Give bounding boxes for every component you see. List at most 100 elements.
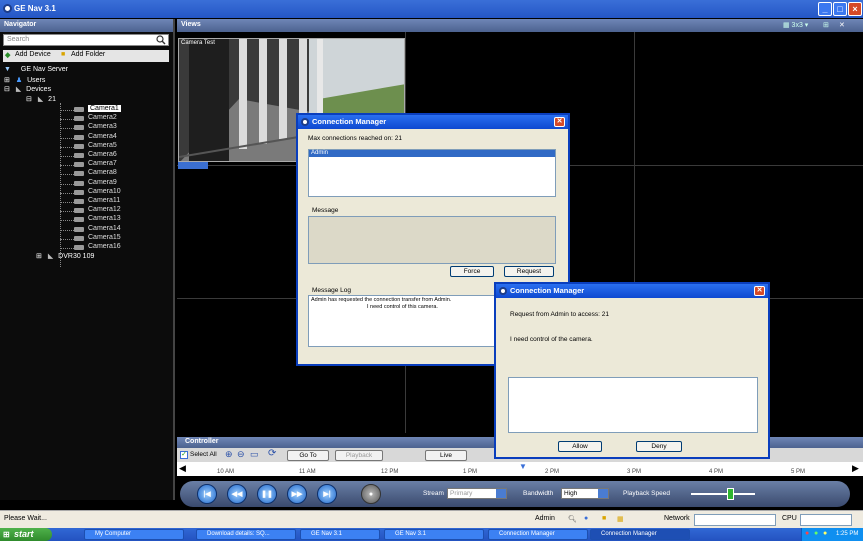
skip-back-button[interactable]: |◀ xyxy=(197,484,217,504)
snapshot-icon[interactable]: ▭ xyxy=(250,449,259,460)
allow-button[interactable]: Allow xyxy=(558,441,602,452)
camera-label: Camera11 xyxy=(88,197,121,204)
search-icon[interactable] xyxy=(156,35,166,45)
list-item[interactable]: Admin xyxy=(309,150,555,157)
taskbar-task[interactable]: My Computer xyxy=(84,529,184,540)
playback-button[interactable]: Playback xyxy=(335,450,383,461)
camera-icon xyxy=(74,180,84,186)
live-button[interactable]: Live xyxy=(425,450,467,461)
camera-icon xyxy=(74,116,84,122)
camera-label: Camera1 xyxy=(88,105,121,112)
users-icon: ♟ xyxy=(15,77,23,84)
devices-icon: ◣ xyxy=(15,86,22,93)
status-text: Please Wait... xyxy=(4,515,47,522)
chevron-down-icon xyxy=(496,489,506,498)
goto-button[interactable]: Go To xyxy=(287,450,329,461)
search-input[interactable]: Search xyxy=(3,34,169,46)
timeline-tick: 11 AM xyxy=(299,469,316,475)
timeline-marker-icon[interactable]: ▼ xyxy=(519,462,527,471)
log-line: Admin has requested the connection trans… xyxy=(311,297,452,303)
camera-icon xyxy=(74,107,84,112)
close-button[interactable]: × xyxy=(848,2,862,16)
collapse-icon[interactable]: ⊟ xyxy=(26,96,32,103)
views-close-icon[interactable]: ✕ xyxy=(839,21,845,29)
bandwidth-select[interactable]: High xyxy=(561,488,609,499)
camera-label: Camera8 xyxy=(88,169,117,177)
timeline-tick: 12 PM xyxy=(381,469,399,475)
camera-feed-label: Camera Test xyxy=(181,40,215,46)
message-field[interactable] xyxy=(308,216,556,264)
grid-icon[interactable]: ▦ xyxy=(617,515,624,523)
refresh-icon[interactable]: ⟳ xyxy=(268,448,276,459)
timeline-tick: 1 PM xyxy=(463,469,478,475)
close-icon[interactable]: ✕ xyxy=(754,286,765,296)
camera-icon xyxy=(74,125,84,131)
tray-icon[interactable]: ● xyxy=(823,530,827,537)
reply-field[interactable] xyxy=(508,377,758,433)
tree-device-21[interactable]: ⊟ ◣ 21 xyxy=(26,95,56,103)
help-icon[interactable]: ● xyxy=(584,515,588,522)
dvr-icon: ◣ xyxy=(37,96,44,103)
window-title: GE Nav 3.1 xyxy=(14,4,56,13)
tray-icon[interactable]: ● xyxy=(814,530,818,537)
max-connections-text: Max connections reached on: 21 xyxy=(308,135,402,142)
tree-server[interactable]: ▼ GE Nav Server xyxy=(4,66,68,73)
timeline-left-icon[interactable]: ◀ xyxy=(179,463,186,474)
camera-label: Camera15 xyxy=(88,233,121,241)
expand-icon[interactable]: ⊞ xyxy=(36,253,42,260)
zoom-in-icon[interactable]: ⊕ xyxy=(225,449,233,460)
playback-speed-thumb[interactable] xyxy=(727,488,734,500)
rewind-button[interactable]: ◀◀ xyxy=(227,484,247,504)
tree-device-dvr[interactable]: ⊞ ◣ DVR30 109 xyxy=(36,252,94,260)
timeline-right-icon[interactable]: ▶ xyxy=(852,463,859,474)
collapse-icon[interactable]: ⊟ xyxy=(4,86,10,93)
layout-icon[interactable]: ⊞ xyxy=(823,21,829,29)
folder-icon[interactable]: ■ xyxy=(602,515,606,522)
select-all-checkbox[interactable]: ✓ xyxy=(180,451,188,459)
minimize-button[interactable]: _ xyxy=(818,2,832,16)
stream-select[interactable]: Primary xyxy=(447,488,507,499)
camera-icon xyxy=(74,235,84,241)
tree-connector xyxy=(60,192,74,194)
taskbar-task[interactable]: Connection Manager xyxy=(488,529,588,540)
request-button[interactable]: Request xyxy=(504,266,554,277)
layout-dropdown[interactable]: ▦ 3x3 ▾ xyxy=(783,21,808,29)
taskbar-task[interactable]: GE Nav 3.1 xyxy=(384,529,484,540)
taskbar-task[interactable]: Download details: SQ... xyxy=(196,529,296,540)
start-button[interactable]: ⊞ start xyxy=(0,528,52,541)
add-device-button[interactable]: Add Device xyxy=(15,51,51,58)
taskbar-task[interactable]: Connection Manager xyxy=(590,529,690,540)
add-folder-button[interactable]: Add Folder xyxy=(71,51,105,58)
expand-icon[interactable]: ⊞ xyxy=(4,77,10,84)
tree-connector xyxy=(60,165,74,167)
camera-icon xyxy=(74,189,84,195)
playback-speed-track[interactable] xyxy=(691,493,755,495)
fast-forward-button[interactable]: ▶▶ xyxy=(287,484,307,504)
tree-devices[interactable]: ⊟ ◣ Devices xyxy=(4,85,51,93)
maximize-button[interactable]: □ xyxy=(833,2,847,16)
tray-icon[interactable]: ● xyxy=(805,530,809,537)
search-icon[interactable]: 🔍︎ xyxy=(568,515,577,523)
close-icon[interactable]: ✕ xyxy=(554,117,565,127)
network-label: Network xyxy=(664,515,690,522)
connection-request-dialog: Connection Manager ✕ Request from Admin … xyxy=(494,282,770,459)
timeline-tick: 4 PM xyxy=(709,469,724,475)
cpu-label: CPU xyxy=(782,515,797,522)
timeline[interactable]: ◀ ▶ ▼ 10 AM 11 AM 12 PM 1 PM 2 PM 3 PM 4 PM 5 P… xyxy=(177,462,863,476)
connection-list[interactable]: Admin xyxy=(308,149,556,197)
taskbar-task[interactable]: GE Nav 3.1 xyxy=(300,529,380,540)
navigator-header: Navigator xyxy=(0,19,173,32)
pause-button[interactable]: ❚❚ xyxy=(257,484,277,504)
deny-button[interactable]: Deny xyxy=(636,441,682,452)
camera-label: Camera2 xyxy=(88,114,117,122)
tree-users[interactable]: ⊞ ♟ Users xyxy=(4,76,45,84)
timeline-tick: 3 PM xyxy=(627,469,642,475)
force-button[interactable]: Force xyxy=(450,266,494,277)
tree-connector xyxy=(60,248,74,249)
playback-speed-label: Playback Speed xyxy=(623,490,670,497)
record-button[interactable]: ● xyxy=(361,484,381,504)
skip-forward-button[interactable]: ▶| xyxy=(317,484,337,504)
message-log-label: Message Log xyxy=(312,287,352,294)
zoom-out-icon[interactable]: ⊖ xyxy=(237,449,245,460)
request-text: Request from Admin to access: 21 xyxy=(510,311,609,318)
